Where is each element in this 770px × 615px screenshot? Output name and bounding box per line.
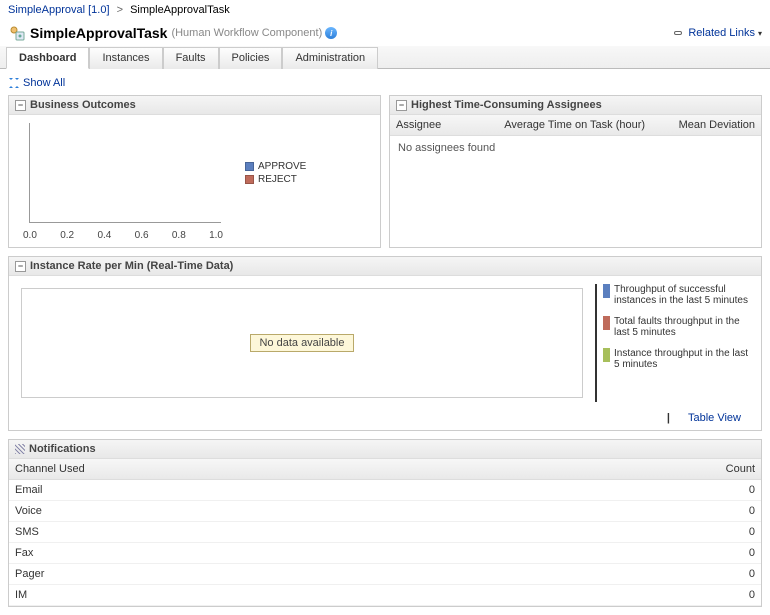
table-row: IM0 xyxy=(9,585,761,606)
table-row: Email0 xyxy=(9,480,761,501)
tab-faults[interactable]: Faults xyxy=(163,47,219,69)
table-row: SMS0 xyxy=(9,522,761,543)
instance-rate-legend: Throughput of successful instances in th… xyxy=(595,284,755,402)
tab-bar: Dashboard Instances Faults Policies Admi… xyxy=(0,46,770,69)
tab-administration[interactable]: Administration xyxy=(282,47,378,69)
show-all-link[interactable]: Show All xyxy=(8,77,762,89)
breadcrumb-parent[interactable]: SimpleApproval [1.0] xyxy=(8,4,110,16)
notifications-header: Notifications xyxy=(9,440,761,459)
legend-swatch xyxy=(245,175,254,184)
business-outcomes-panel: − Business Outcomes 0.0 0.2 0.4 0.6 0.8 … xyxy=(8,95,381,248)
business-outcomes-legend: APPROVE REJECT xyxy=(225,121,306,241)
chart-x-axis: 0.0 0.2 0.4 0.6 0.8 1.0 xyxy=(23,230,223,241)
chevron-down-icon: ▾ xyxy=(758,29,762,38)
related-links-menu[interactable]: Related Links ▾ xyxy=(671,27,762,39)
legend-swatch xyxy=(603,316,610,330)
col-mean-dev[interactable]: Mean Deviation xyxy=(651,115,761,136)
business-outcomes-header: − Business Outcomes xyxy=(9,96,380,115)
col-assignee[interactable]: Assignee xyxy=(390,115,461,136)
assignees-title: Highest Time-Consuming Assignees xyxy=(411,99,602,111)
tab-instances[interactable]: Instances xyxy=(89,47,162,69)
breadcrumb-current: SimpleApprovalTask xyxy=(130,4,230,16)
dashboard-content: Show All − Business Outcomes 0.0 0.2 0.4… xyxy=(0,69,770,615)
col-avg-time[interactable]: Average Time on Task (hour) xyxy=(461,115,651,136)
page-subtitle: (Human Workflow Component) xyxy=(171,27,322,39)
page-header: SimpleApprovalTask (Human Workflow Compo… xyxy=(0,20,770,46)
assignees-header: − Highest Time-Consuming Assignees xyxy=(390,96,761,115)
assignees-empty: No assignees found xyxy=(390,136,761,160)
assignees-panel: − Highest Time-Consuming Assignees Assig… xyxy=(389,95,762,248)
no-data-message: No data available xyxy=(250,334,353,352)
collapse-icon[interactable]: − xyxy=(396,100,407,111)
table-row: Fax0 xyxy=(9,543,761,564)
related-links-label: Related Links xyxy=(688,27,755,39)
instance-rate-header: − Instance Rate per Min (Real-Time Data) xyxy=(9,257,761,276)
show-all-label: Show All xyxy=(23,77,65,89)
legend-swatch xyxy=(245,162,254,171)
notifications-title: Notifications xyxy=(29,443,96,455)
legend-item: Instance throughput in the last 5 minute… xyxy=(603,348,755,370)
breadcrumb: SimpleApproval [1.0] > SimpleApprovalTas… xyxy=(0,0,770,20)
business-outcomes-title: Business Outcomes xyxy=(30,99,136,111)
info-icon[interactable]: i xyxy=(325,27,337,39)
legend-item: Throughput of successful instances in th… xyxy=(603,284,755,306)
notifications-panel: Notifications Channel Used Count Email0 … xyxy=(8,439,762,607)
instance-rate-title: Instance Rate per Min (Real-Time Data) xyxy=(30,260,233,272)
legend-item-approve: APPROVE xyxy=(245,161,306,172)
table-view-link[interactable]: Table View xyxy=(688,412,741,424)
instance-rate-chart: No data available xyxy=(9,276,595,410)
collapse-icon[interactable]: − xyxy=(15,261,26,272)
assignees-table: Assignee Average Time on Task (hour) Mea… xyxy=(390,115,761,136)
grip-icon[interactable] xyxy=(15,444,25,454)
footer-divider: | xyxy=(667,412,670,424)
page-title: SimpleApprovalTask xyxy=(30,25,167,41)
tab-dashboard[interactable]: Dashboard xyxy=(6,47,89,69)
table-row: Voice0 xyxy=(9,501,761,522)
workflow-component-icon xyxy=(8,24,26,42)
instance-rate-panel: − Instance Rate per Min (Real-Time Data)… xyxy=(8,256,762,431)
expand-all-icon xyxy=(8,77,20,89)
legend-swatch xyxy=(603,348,610,362)
tab-policies[interactable]: Policies xyxy=(219,47,283,69)
breadcrumb-separator: > xyxy=(117,4,123,16)
business-outcomes-chart: 0.0 0.2 0.4 0.6 0.8 1.0 APPROVE xyxy=(9,115,380,247)
notifications-table: Channel Used Count Email0 Voice0 SMS0 Fa… xyxy=(9,459,761,606)
legend-swatch xyxy=(603,284,610,298)
table-row: Pager0 xyxy=(9,564,761,585)
legend-item-reject: REJECT xyxy=(245,174,306,185)
col-count[interactable]: Count xyxy=(508,459,761,480)
legend-item: Total faults throughput in the last 5 mi… xyxy=(603,316,755,338)
collapse-icon[interactable]: − xyxy=(15,100,26,111)
col-channel[interactable]: Channel Used xyxy=(9,459,508,480)
link-icon xyxy=(671,28,685,38)
